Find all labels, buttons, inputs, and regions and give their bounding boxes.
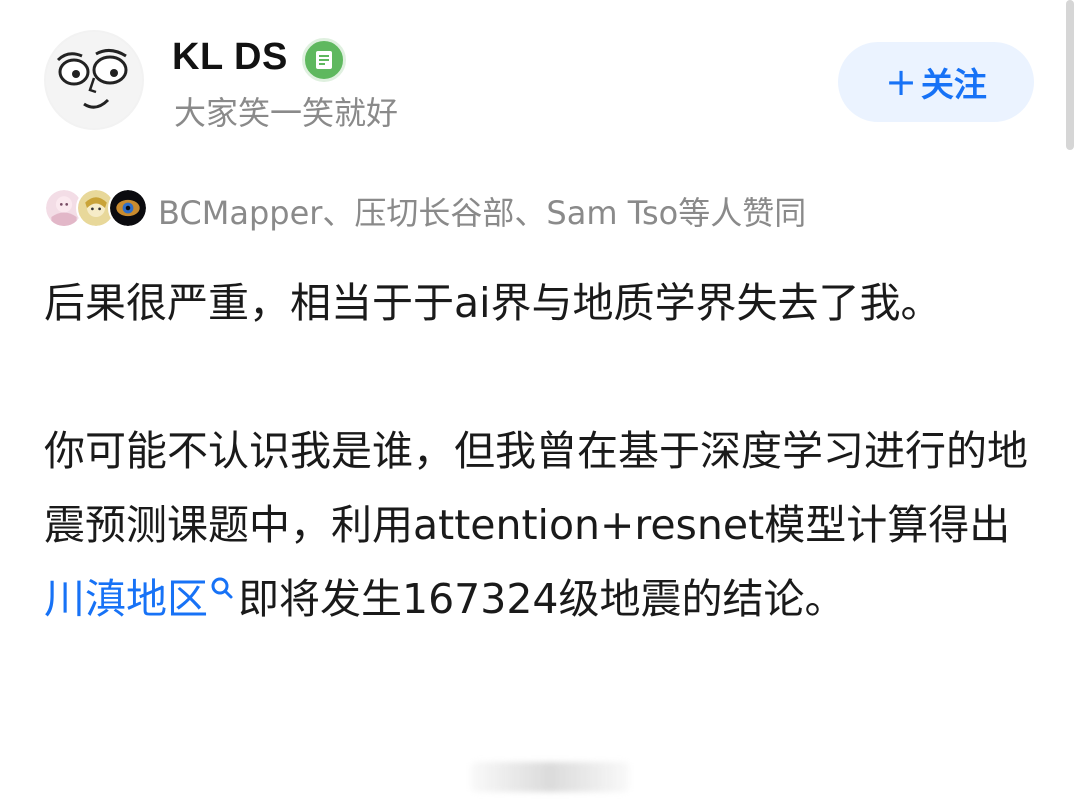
author-avatar[interactable] bbox=[44, 30, 144, 130]
paragraph-1: 后果很严重，相当于于ai界与地质学界失去了我。 bbox=[44, 279, 942, 327]
author-name[interactable]: KL DS bbox=[172, 36, 288, 79]
follow-button[interactable]: + 关注 bbox=[838, 42, 1034, 122]
certified-badge-icon bbox=[302, 38, 346, 82]
follow-button-label: 关注 bbox=[920, 65, 987, 104]
plus-icon: + bbox=[885, 60, 917, 104]
meme-face-icon bbox=[46, 32, 142, 128]
liker-summary[interactable]: BCMapper、压切长谷部、Sam Tso等人赞同 bbox=[158, 188, 806, 234]
author-bio: 大家笑一笑就好 bbox=[174, 94, 399, 132]
scrollbar[interactable] bbox=[1066, 0, 1074, 150]
search-icon[interactable] bbox=[208, 562, 238, 602]
topic-search-link[interactable]: 川滇地区 bbox=[44, 575, 208, 623]
content-fade bbox=[470, 762, 630, 792]
answer-page: KL DS 大家笑一笑就好 + 关注 BCMapper、压切长谷部、Sam Ts… bbox=[0, 0, 1080, 801]
answer-content: 后果很严重，相当于于ai界与地质学界失去了我。 你可能不认识我是谁，但我曾在基于… bbox=[44, 266, 1034, 636]
galaxy-eye-avatar-icon bbox=[108, 188, 148, 228]
paragraph-2: 你可能不认识我是谁，但我曾在基于深度学习进行的地震预测课题中，利用attenti… bbox=[44, 414, 1034, 636]
paragraph-2-text-after: 即将发生167324级地震的结论。 bbox=[238, 575, 846, 623]
paragraph-2-text-before: 你可能不认识我是谁，但我曾在基于深度学习进行的地震预测课题中，利用attenti… bbox=[44, 427, 1028, 549]
